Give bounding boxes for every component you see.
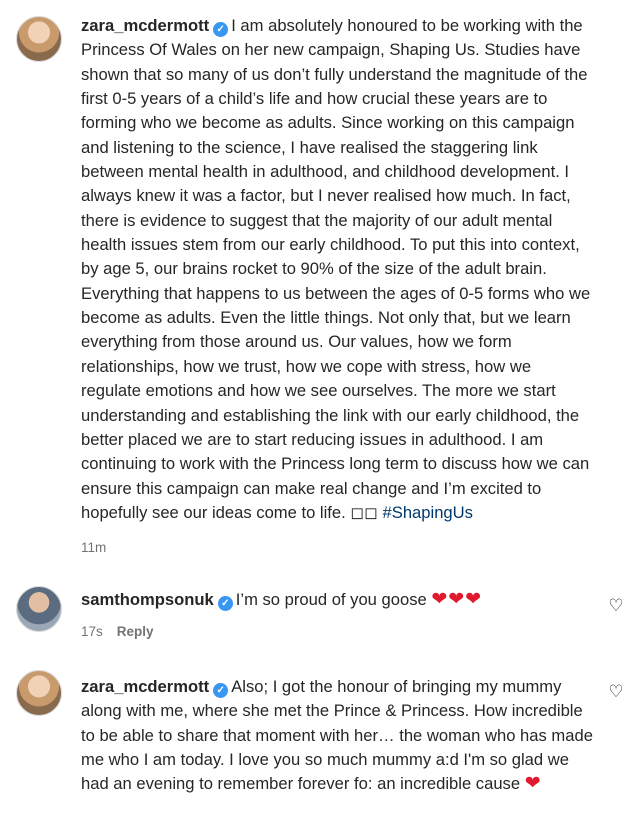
reply-button[interactable]: Reply (117, 624, 154, 639)
username[interactable]: samthompsonuk (81, 590, 214, 609)
timestamp: 11m (81, 540, 107, 555)
comment-body: samthompsonuk ✓ I’m so proud of you goose … (81, 588, 594, 612)
hashtag-link[interactable]: #ShapingUs (383, 503, 473, 522)
avatar[interactable] (16, 586, 62, 632)
comment-text: I am absolutely honoured to be working w… (81, 16, 591, 522)
verified-badge-icon: ✓ (213, 22, 229, 37)
comment-meta: 17s Reply (81, 624, 154, 639)
emoji-text: ◻◻ (350, 502, 378, 522)
comment-body: zara_mcdermott ✓ Also; I got the honour of… (81, 675, 594, 797)
heart-outline-icon[interactable]: ♡ (608, 597, 624, 614)
avatar[interactable] (16, 670, 62, 716)
verified-badge-icon: ✓ (213, 683, 229, 698)
heart-outline-icon[interactable]: ♡ (608, 683, 624, 700)
verified-badge-icon: ✓ (217, 596, 233, 611)
avatar[interactable] (16, 16, 62, 62)
comment-meta: 11m (81, 540, 106, 555)
comment-body: zara_mcdermott ✓ I am absolutely honoured … (81, 14, 594, 525)
username[interactable]: zara_mcdermott (81, 16, 209, 35)
heart-emoji-icon: ❤ (524, 773, 542, 795)
comment-text: I’m so proud of you goose (235, 590, 432, 609)
heart-emoji-icon: ❤❤❤ (431, 589, 483, 610)
username[interactable]: zara_mcdermott (81, 677, 209, 696)
timestamp: 17s (81, 624, 103, 639)
